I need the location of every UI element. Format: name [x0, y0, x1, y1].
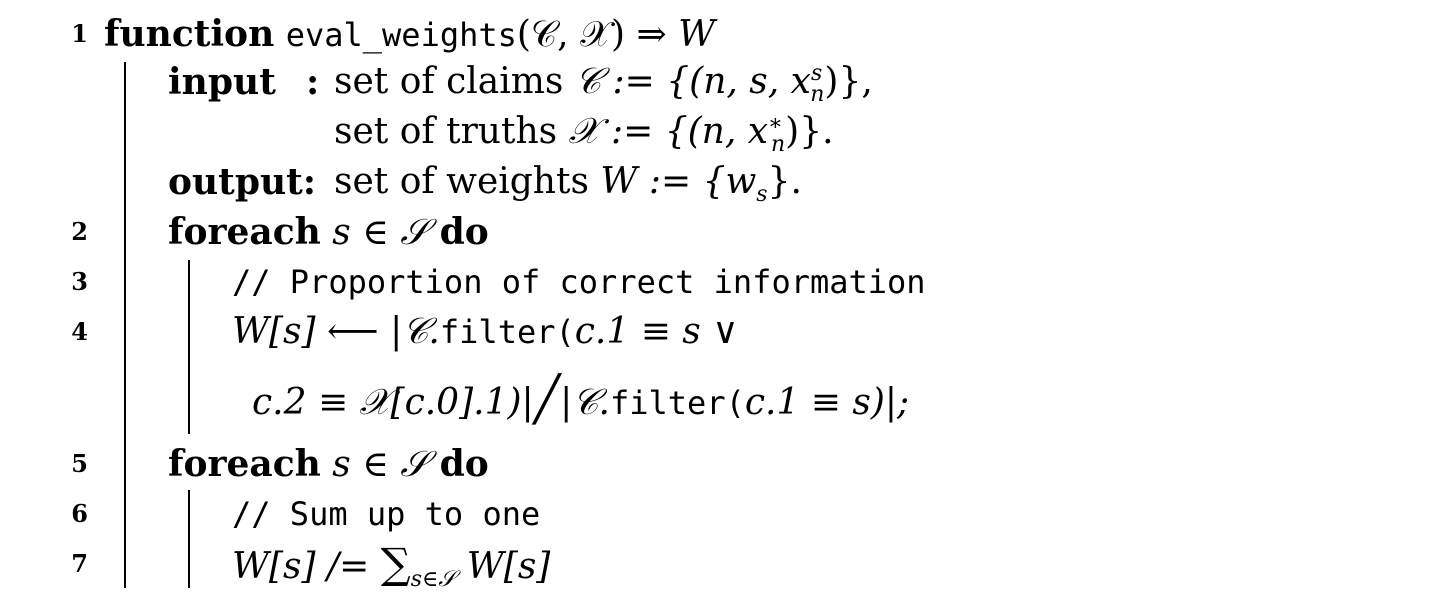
input-claims-math: 𝒞 := {(n, s, x: [574, 61, 811, 102]
stmt-b-denominator: |𝒞.: [560, 382, 610, 423]
output-sub: s: [756, 182, 768, 208]
sum-symbol: ∑: [380, 539, 411, 588]
do-keyword: do: [439, 211, 489, 253]
do-keyword: do: [439, 443, 489, 485]
stmt-a-lhs: W[s] ⟵ |𝒞.: [232, 311, 440, 352]
loop2-header: foreach s ∈ 𝒮 do: [168, 444, 489, 485]
line-number: 2: [71, 217, 88, 246]
input-truths-sub: n: [770, 132, 786, 158]
output-weights: set of weights W := {ws}.: [334, 161, 802, 206]
output-line: output:: [168, 162, 316, 203]
function-block-bar: [124, 62, 126, 588]
loop2-condition: s ∈ 𝒮: [320, 444, 440, 485]
input-label: input: [168, 61, 276, 103]
loop1-statement-a: W[s] ⟵ |𝒞.filter(c.1 ≡ s ∨: [232, 312, 739, 352]
line-number: 4: [71, 317, 88, 346]
loop1-header: foreach s ∈ 𝒮 do: [168, 212, 489, 253]
function-header: function eval_weights(𝒞, 𝒳) ⇒ W: [104, 14, 715, 55]
input-claims: set of claims 𝒞 := {(n, s, xsn)},: [334, 61, 873, 106]
line-number: 5: [71, 449, 88, 478]
loop1-condition: s ∈ 𝒮: [320, 212, 440, 253]
input-truths-text: set of truths: [334, 111, 569, 152]
input-truths: set of truths 𝒳 := {(n, x∗n)}.: [334, 111, 834, 156]
stmt-sum-rhs: W[s]: [455, 546, 551, 587]
line-number: 3: [71, 267, 88, 296]
line-number: 7: [71, 549, 88, 578]
stmt-b-slash: ╱: [533, 374, 561, 425]
loop2-statement: W[s] /= ∑s∈𝒮 W[s]: [232, 543, 551, 591]
stmt-sum-lhs: W[s] /=: [232, 546, 381, 587]
output-end: }.: [767, 161, 802, 202]
loop1-block-bar: [188, 260, 190, 434]
input-claims-end: )},: [824, 61, 873, 102]
output-math: W := {w: [600, 161, 757, 202]
foreach-keyword: foreach: [168, 211, 321, 253]
function-args: (𝒞, 𝒳) ⇒: [516, 14, 679, 55]
stmt-b-filter: filter(: [609, 384, 745, 422]
loop2-block-bar: [188, 490, 190, 588]
loop1-statement-b: c.2 ≡ 𝒳[c.0].1)|╱|𝒞.filter(c.1 ≡ s)|;: [252, 378, 910, 423]
loop1-comment: // Proportion of correct information: [232, 263, 926, 301]
input-claims-text: set of claims: [334, 61, 575, 102]
stmt-b-numerator-end: c.2 ≡ 𝒳[c.0].1)|: [252, 382, 534, 423]
function-return: W: [678, 14, 716, 55]
sum-subscript: s∈𝒮: [410, 567, 456, 593]
output-label: output:: [168, 161, 317, 203]
foreach-keyword: foreach: [168, 443, 321, 485]
stmt-a-cond: c.1 ≡ s ∨: [574, 311, 739, 352]
input-truths-end: )}.: [785, 111, 834, 152]
stmt-a-filter: filter(: [439, 313, 575, 351]
function-keyword: function: [104, 13, 275, 55]
input-line-1: input: [168, 62, 276, 103]
input-claims-sub: n: [810, 82, 825, 108]
output-text: set of weights: [334, 161, 601, 202]
function-name: eval_weights: [285, 16, 517, 54]
line-number: 1: [71, 19, 88, 48]
stmt-b-cond: c.1 ≡ s)|;: [744, 382, 910, 423]
line-number: 6: [71, 499, 88, 528]
input-truths-math: 𝒳 := {(n, x: [568, 111, 769, 152]
loop2-comment: // Sum up to one: [232, 495, 541, 533]
input-colon: :: [306, 61, 320, 103]
